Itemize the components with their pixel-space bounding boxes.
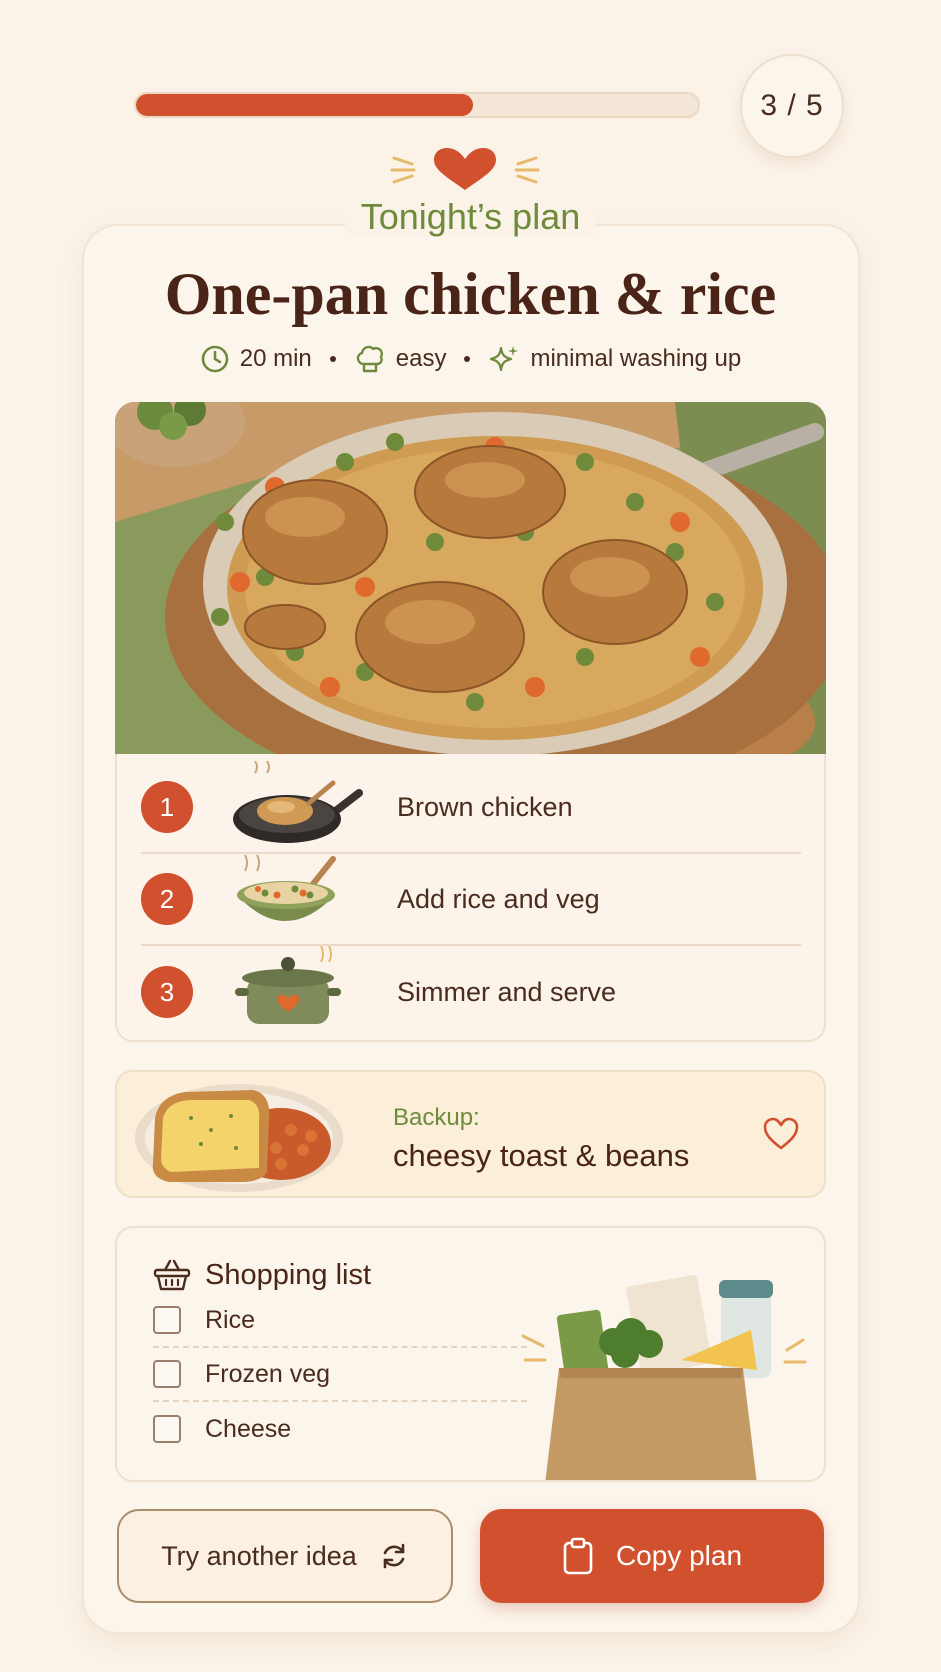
sparkle-icon bbox=[490, 346, 519, 372]
chef-hat-icon bbox=[356, 345, 383, 373]
shopping-title: Shopping list bbox=[205, 1258, 372, 1291]
shopping-item[interactable]: Frozen veg bbox=[153, 1348, 527, 1402]
grocery-bag-illustration bbox=[521, 1275, 807, 1480]
backup-kicker: Backup: bbox=[393, 1104, 480, 1131]
shopping-header: Shopping list bbox=[153, 1258, 371, 1292]
refresh-icon bbox=[383, 1543, 405, 1569]
step-row: 3 Simmer and serve bbox=[141, 946, 801, 1038]
try-another-button[interactable]: Try another idea bbox=[117, 1509, 453, 1603]
try-another-label: Try another idea bbox=[161, 1540, 357, 1571]
frying-pan-icon bbox=[233, 761, 363, 843]
plan-screen: 3 / 5 Tonight’s plan One-pan chicken & r… bbox=[0, 0, 941, 1672]
step-row: 2 Add rice and veg bbox=[141, 854, 801, 946]
cooking-pot-icon bbox=[235, 946, 341, 1024]
recipe-title: One-pan chicken & rice bbox=[164, 261, 777, 327]
step-label: Brown chicken bbox=[397, 791, 573, 822]
shopping-item[interactable]: Rice bbox=[153, 1294, 527, 1348]
eyebrow-label: Tonight’s plan bbox=[0, 196, 941, 238]
step-counter: 3 / 5 bbox=[740, 54, 844, 158]
basket-icon bbox=[153, 1259, 191, 1291]
backup-dish: cheesy toast & beans bbox=[393, 1138, 690, 1173]
step-number: 1 bbox=[141, 781, 193, 833]
backup-card[interactable]: Backup: cheesy toast & beans bbox=[115, 1070, 826, 1198]
item-label: Frozen veg bbox=[205, 1359, 331, 1388]
step-row: 1 Brown chicken bbox=[141, 761, 801, 854]
item-checkbox[interactable] bbox=[153, 1415, 181, 1443]
dish-photo bbox=[115, 402, 826, 754]
item-label: Cheese bbox=[205, 1414, 292, 1443]
meta-cleanup: minimal washing up bbox=[488, 344, 741, 374]
shopping-item[interactable]: Cheese bbox=[153, 1402, 527, 1456]
meta-separator bbox=[329, 356, 336, 362]
copy-plan-label: Copy plan bbox=[615, 1540, 743, 1571]
meta-difficulty: easy bbox=[354, 344, 447, 374]
heart-outline-icon[interactable] bbox=[761, 1114, 801, 1154]
meta-time-label: 20 min bbox=[239, 345, 312, 372]
item-label: Rice bbox=[205, 1305, 256, 1334]
meta-cleanup-label: minimal washing up bbox=[530, 345, 742, 372]
cheesy-toast-photo bbox=[135, 1084, 343, 1192]
item-checkbox[interactable] bbox=[153, 1306, 181, 1334]
shopping-list: Shopping list Rice Frozen veg Cheese bbox=[115, 1226, 826, 1482]
heart-icon bbox=[390, 148, 540, 190]
rice-bowl-icon bbox=[237, 854, 336, 921]
meta-separator bbox=[464, 356, 471, 362]
steps-list: 1 Brown chicken 2 Add rice and veg 3 Sim… bbox=[115, 754, 826, 1042]
recipe-meta: 20 min easy minimal washing up bbox=[0, 344, 941, 374]
item-checkbox[interactable] bbox=[153, 1360, 181, 1388]
clock-icon bbox=[201, 345, 229, 373]
step-number: 3 bbox=[141, 966, 193, 1018]
step-label: Simmer and serve bbox=[397, 976, 617, 1007]
progress-bar bbox=[134, 92, 700, 118]
copy-plan-button[interactable]: Copy plan bbox=[480, 1509, 824, 1603]
step-number: 2 bbox=[141, 873, 193, 925]
progress-fill bbox=[136, 94, 474, 116]
clipboard-icon bbox=[563, 1537, 593, 1575]
step-label: Add rice and veg bbox=[397, 883, 600, 914]
meta-difficulty-label: easy bbox=[395, 345, 447, 372]
meta-time: 20 min bbox=[200, 344, 312, 374]
